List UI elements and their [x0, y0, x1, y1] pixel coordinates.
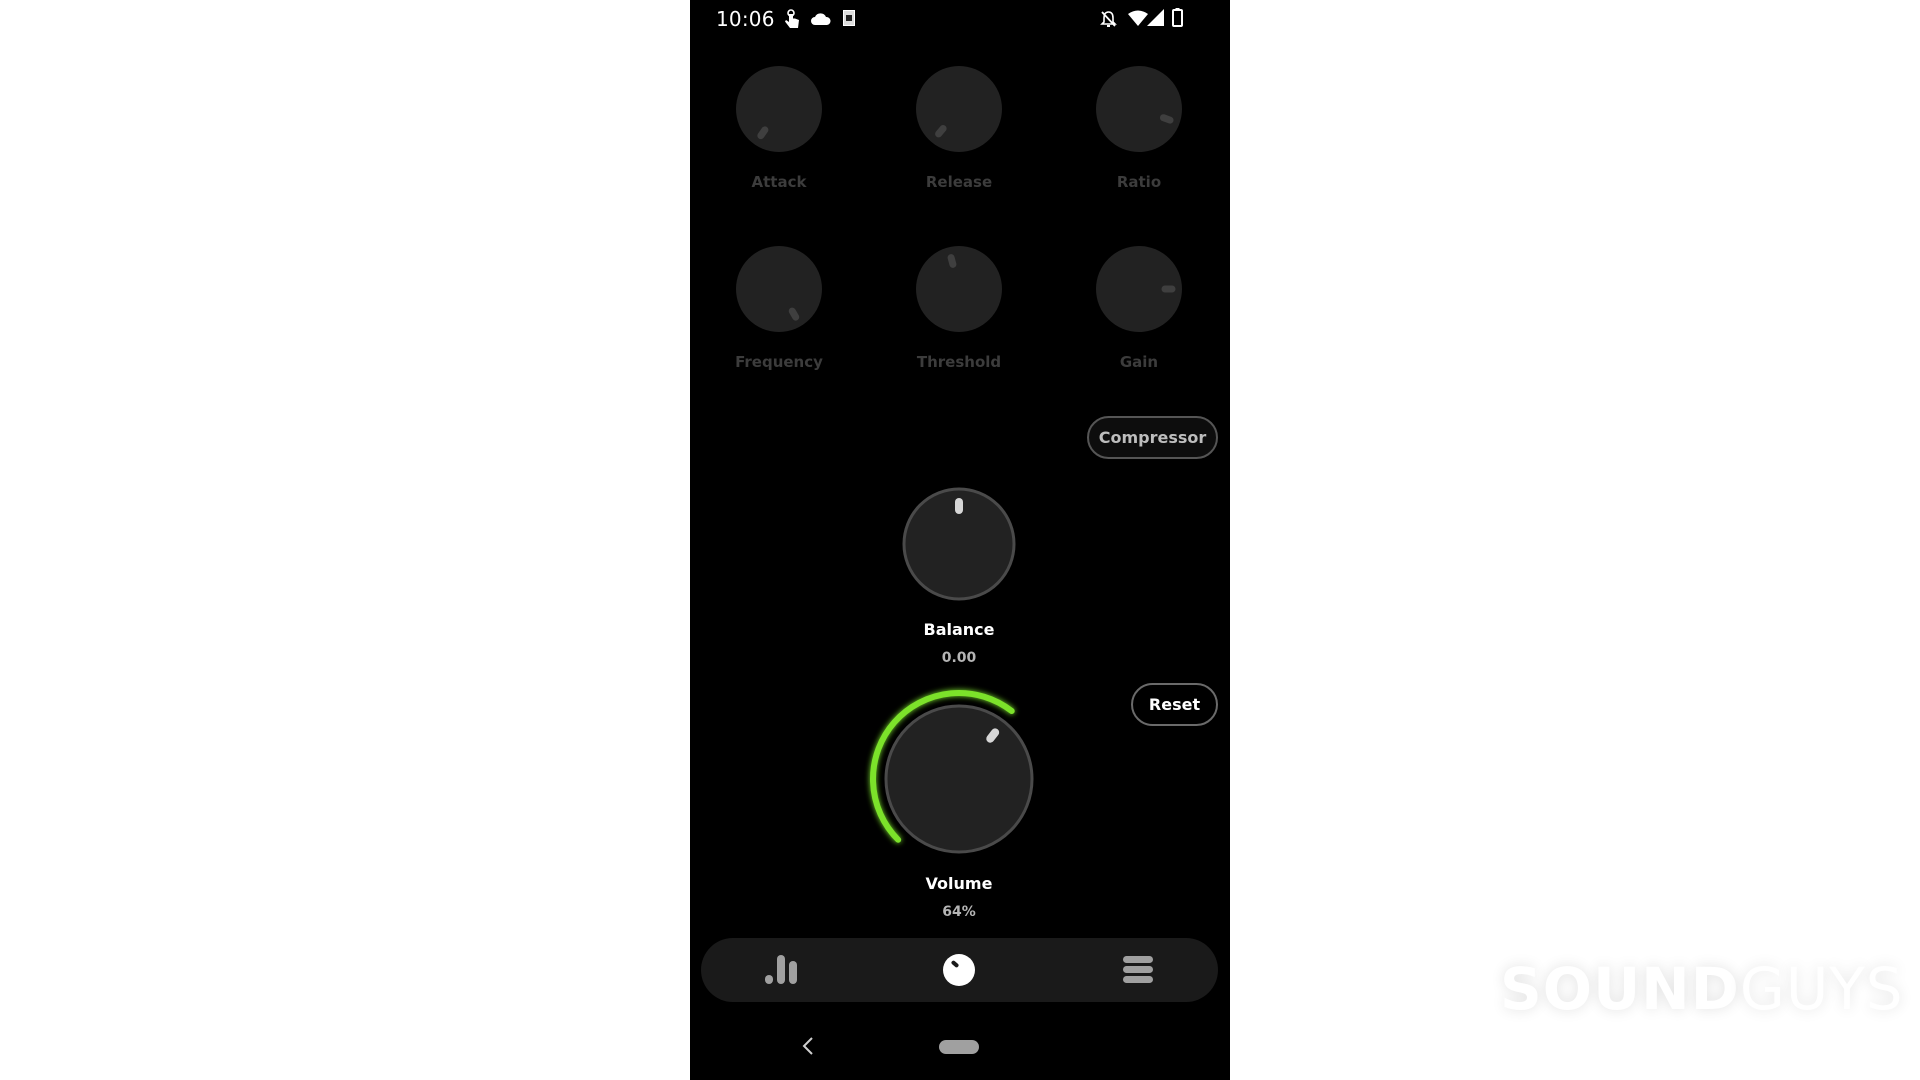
- battery-icon: [1172, 8, 1183, 27]
- volume-knob[interactable]: [849, 679, 1069, 879]
- sim-card-icon: [843, 10, 855, 26]
- soundguys-watermark: SOUNDGUYS: [1500, 955, 1904, 1023]
- knob-icon: [943, 954, 975, 986]
- bar-chart-icon: [765, 955, 797, 984]
- knob-label-frequency: Frequency: [735, 353, 823, 371]
- balance-knob-indicator: [955, 498, 963, 514]
- knob-frequency[interactable]: [736, 246, 822, 332]
- list-icon: [1123, 956, 1153, 983]
- knob-indicator: [1161, 285, 1175, 293]
- status-time: 10:06: [716, 7, 775, 31]
- cloud-icon: [811, 13, 831, 25]
- watermark-bold: SOUND: [1500, 955, 1740, 1023]
- knob-label-threshold: Threshold: [916, 353, 1002, 371]
- cellular-signal-icon: [1147, 9, 1164, 26]
- nav-knobs-button[interactable]: [929, 950, 989, 990]
- bell-off-icon: [1100, 11, 1117, 27]
- knob-label-ratio: Ratio: [1116, 173, 1162, 191]
- knob-label-attack: Attack: [751, 173, 807, 191]
- balance-value: 0.00: [941, 650, 977, 666]
- knob-indicator: [946, 253, 957, 269]
- volume-label: Volume: [925, 874, 993, 893]
- knob-indicator: [933, 123, 948, 139]
- back-icon[interactable]: [800, 1036, 816, 1056]
- knob-indicator: [1158, 113, 1175, 125]
- reset-button[interactable]: Reset: [1131, 683, 1218, 726]
- knob-threshold[interactable]: [916, 246, 1002, 332]
- touch-gesture-icon: [785, 9, 799, 28]
- wifi-icon: [1128, 10, 1148, 26]
- knob-label-release: Release: [925, 173, 993, 191]
- knob-gain[interactable]: [1096, 246, 1182, 332]
- status-bar: 10:06: [690, 0, 1230, 40]
- nav-presets-button[interactable]: [1109, 950, 1169, 990]
- home-pill[interactable]: [939, 1040, 979, 1054]
- volume-value: 64%: [942, 904, 976, 920]
- knob-ratio[interactable]: [1096, 66, 1182, 152]
- knob-attack[interactable]: [736, 66, 822, 152]
- knob-indicator: [755, 125, 770, 141]
- balance-knob[interactable]: [900, 485, 1018, 603]
- knob-label-gain: Gain: [1119, 353, 1159, 371]
- balance-label: Balance: [923, 620, 995, 639]
- phone-screen: 10:06 AttackReleaseRatioFrequencyThr: [690, 0, 1230, 1080]
- nav-equalizer-button[interactable]: [751, 950, 811, 990]
- bottom-nav-bar: [701, 938, 1218, 1002]
- watermark-light: GUYS: [1739, 955, 1904, 1023]
- knob-release[interactable]: [916, 66, 1002, 152]
- compressor-button[interactable]: Compressor: [1087, 416, 1218, 459]
- reset-button-label: Reset: [1148, 695, 1201, 714]
- compressor-button-label: Compressor: [1098, 428, 1207, 447]
- knob-indicator: [786, 306, 801, 322]
